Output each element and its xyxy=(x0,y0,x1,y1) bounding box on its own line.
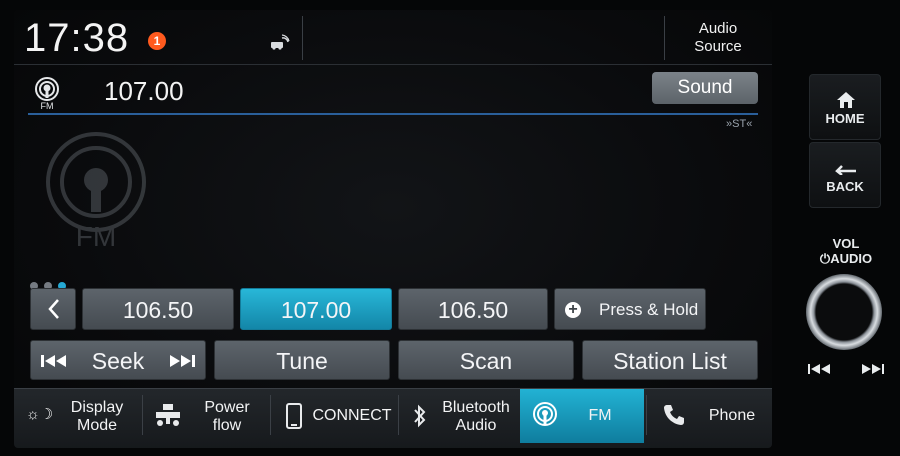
notification-badge[interactable]: 1 xyxy=(148,32,166,50)
press-hold-label: Press & Hold xyxy=(599,300,699,319)
fm-band-icon: FM xyxy=(35,77,59,110)
nav-phone-label: Phone xyxy=(708,407,756,424)
seek-back-icon xyxy=(41,355,66,367)
stereo-indicator-label: ST xyxy=(732,118,747,130)
nav-display-mode-label-1: Display xyxy=(70,399,124,416)
audio-source-label-1: Audio xyxy=(698,20,738,37)
press-hold-button[interactable]: + Press & Hold xyxy=(554,288,706,330)
fm-band-icon-label: FM xyxy=(41,101,54,110)
nav-separator xyxy=(398,395,399,435)
nav-power-flow[interactable]: Power flow xyxy=(144,389,268,443)
nav-bluetooth-label-2: Audio xyxy=(455,417,497,434)
sound-button[interactable]: Sound xyxy=(652,72,758,104)
display-mode-icon: ☼☽ xyxy=(26,406,54,423)
back-button[interactable]: BACK xyxy=(809,142,881,208)
fm-radio-icon xyxy=(533,402,557,426)
home-button[interactable]: HOME xyxy=(809,74,881,140)
nav-power-flow-label-2: flow xyxy=(212,417,242,434)
fm-watermark-icon: FM xyxy=(46,132,146,250)
tune-button[interactable]: Tune xyxy=(214,340,390,380)
nav-separator xyxy=(142,395,143,435)
bluetooth-icon xyxy=(414,404,426,428)
nav-bluetooth-audio[interactable]: Bluetooth Audio xyxy=(400,389,518,443)
hw-seek-forward-icon[interactable] xyxy=(856,362,886,376)
audio-source-label-2: Source xyxy=(694,38,742,55)
preset-button-1[interactable]: 106.50 xyxy=(82,288,234,330)
fm-watermark-label: FM xyxy=(76,221,116,250)
hw-seek-back-icon[interactable] xyxy=(806,362,836,376)
status-separator xyxy=(664,16,665,60)
vol-label-audio: AUDIO xyxy=(830,251,873,266)
phone-icon xyxy=(664,405,684,425)
power-icon: ⏻ xyxy=(819,251,831,266)
volume-knob[interactable] xyxy=(806,274,882,350)
station-list-button[interactable]: Station List xyxy=(582,340,758,380)
audio-source-button[interactable]: Audio Source xyxy=(666,16,770,60)
clock: 17:38 xyxy=(24,16,130,60)
nav-bluetooth-label-1: Bluetooth xyxy=(442,399,510,416)
phone-connection-icon xyxy=(271,34,290,50)
nav-display-mode[interactable]: ☼☽ Display Mode xyxy=(14,389,140,443)
nav-connect[interactable]: CONNECT xyxy=(272,389,396,443)
preset-button-3[interactable]: 106.50 xyxy=(398,288,548,330)
seek-forward-icon xyxy=(170,355,195,367)
nav-separator xyxy=(270,395,271,435)
nav-connect-label: CONNECT xyxy=(312,407,392,424)
status-separator xyxy=(302,16,303,60)
stereo-indicator: »ST« xyxy=(726,118,753,130)
home-icon xyxy=(837,92,855,108)
nav-separator xyxy=(646,395,647,435)
current-frequency: 107.00 xyxy=(104,76,184,106)
header-divider xyxy=(28,113,758,115)
infotainment-screen: 17:38 1 Audio Source FM 107.00 Sound »ST… xyxy=(14,10,772,448)
bottom-nav: ☼☽ Display Mode Power flow CONNECT Bluet… xyxy=(14,388,772,448)
nav-phone[interactable]: Phone xyxy=(648,389,772,443)
nav-display-mode-label-2: Mode xyxy=(76,417,118,434)
nav-power-flow-label-1: Power xyxy=(204,399,250,416)
smartphone-icon xyxy=(286,403,302,429)
home-label: HOME xyxy=(825,111,865,126)
volume-label: VOL ⏻AUDIO xyxy=(806,236,886,266)
status-bar: 17:38 1 Audio Source xyxy=(14,10,772,65)
scan-button[interactable]: Scan xyxy=(398,340,574,380)
preset-button-2[interactable]: 107.00 xyxy=(240,288,392,330)
nav-fm[interactable]: FM xyxy=(520,389,644,443)
power-flow-icon xyxy=(156,404,180,426)
vol-label-1: VOL xyxy=(832,236,860,251)
back-arrow-icon xyxy=(835,165,856,175)
seek-label: Seek xyxy=(91,348,145,374)
vol-label-2: ⏻AUDIO xyxy=(806,251,886,266)
preset-prev-button[interactable] xyxy=(30,288,76,330)
nav-fm-label: FM xyxy=(588,407,612,424)
back-label: BACK xyxy=(826,179,864,194)
plus-icon: + xyxy=(565,302,581,318)
seek-button[interactable]: Seek xyxy=(30,340,206,380)
chevron-left-icon xyxy=(48,299,59,319)
